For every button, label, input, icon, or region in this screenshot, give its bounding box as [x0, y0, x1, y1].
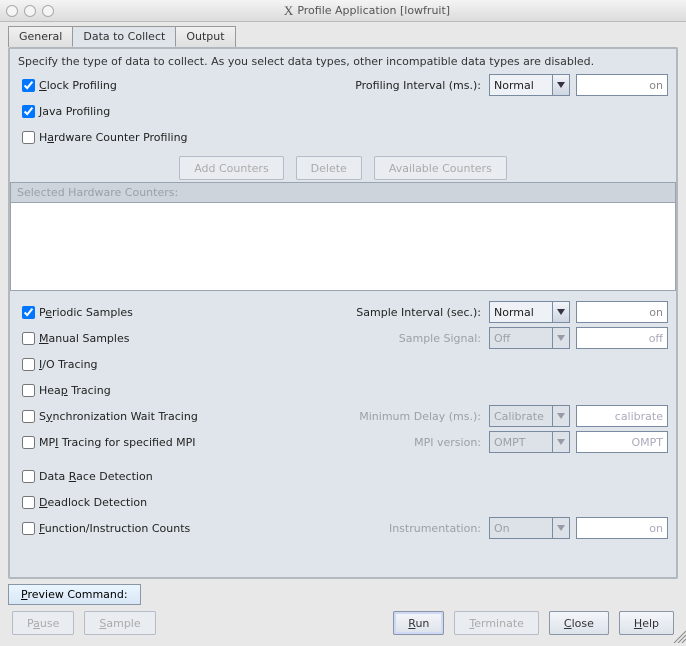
heap-tracing-checkbox[interactable] — [22, 384, 35, 397]
help-button[interactable]: Help — [619, 611, 674, 635]
chevron-down-icon — [552, 301, 570, 323]
chevron-down-icon — [552, 405, 570, 427]
min-delay-label: Minimum Delay (ms.): — [359, 410, 489, 423]
tab-general-label: General — [19, 30, 62, 43]
sample-interval-input[interactable] — [576, 301, 668, 323]
profiling-interval-input[interactable] — [576, 74, 668, 96]
add-counters-button[interactable]: Add Counters — [179, 156, 283, 180]
mpi-version-combo: OMPT — [489, 431, 570, 453]
selected-counters-title: Selected Hardware Counters: — [11, 183, 675, 202]
sample-interval-combo[interactable]: Normal — [489, 301, 570, 323]
manual-samples-checkbox[interactable] — [22, 332, 35, 345]
terminate-button: Terminate — [454, 611, 539, 635]
min-delay-input — [576, 405, 668, 427]
instrumentation-label: Instrumentation: — [389, 522, 489, 535]
periodic-samples-label: Periodic Samples — [39, 306, 133, 319]
sample-signal-input — [576, 327, 668, 349]
manual-samples-label: Manual Samples — [39, 332, 129, 345]
sync-wait-checkbox[interactable] — [22, 410, 35, 423]
mpi-tracing-label: MPI Tracing for specified MPI — [39, 436, 196, 449]
available-counters-button[interactable]: Available Counters — [374, 156, 507, 180]
selected-counters-box: Selected Hardware Counters: — [10, 182, 676, 291]
instrumentation-combo: On — [489, 517, 570, 539]
window-title-text: Profile Application [lowfruit] — [297, 4, 450, 17]
java-profiling-label: Java Profiling — [39, 105, 110, 118]
data-to-collect-panel: Specify the type of data to collect. As … — [8, 47, 678, 579]
func-count-checkbox[interactable] — [22, 522, 35, 535]
sample-signal-combo: Off — [489, 327, 570, 349]
window-title: X Profile Application [lowfruit] — [54, 3, 680, 19]
tab-bar: General Data to Collect Output — [8, 26, 678, 47]
window-controls — [6, 5, 54, 17]
tab-general[interactable]: General — [8, 26, 73, 47]
dialog-buttons: Pause Sample Run Terminate Close Help — [12, 611, 674, 635]
mpi-version-input — [576, 431, 668, 453]
tab-output-label: Output — [186, 30, 224, 43]
mpi-version-value: OMPT — [489, 431, 553, 453]
sample-signal-value: Off — [489, 327, 553, 349]
minimize-window-icon[interactable] — [24, 5, 36, 17]
sample-signal-label: Sample Signal: — [399, 332, 489, 345]
run-button[interactable]: Run — [393, 611, 444, 635]
x11-icon: X — [284, 3, 293, 19]
profiling-interval-label: Profiling Interval (ms.): — [355, 79, 489, 92]
periodic-samples-checkbox[interactable] — [22, 306, 35, 319]
hw-counter-checkbox[interactable] — [22, 131, 35, 144]
sync-wait-label: Synchronization Wait Tracing — [39, 410, 198, 423]
resize-grip-icon[interactable] — [670, 627, 686, 643]
sample-interval-label: Sample Interval (sec.): — [356, 306, 489, 319]
selected-counters-list[interactable] — [11, 202, 675, 290]
zoom-window-icon[interactable] — [42, 5, 54, 17]
chevron-down-icon — [552, 327, 570, 349]
java-profiling-checkbox[interactable] — [22, 105, 35, 118]
hw-counter-label: Hardware Counter Profiling — [39, 131, 188, 144]
deadlock-label: Deadlock Detection — [39, 496, 147, 509]
data-race-label: Data Race Detection — [39, 470, 153, 483]
pause-button: Pause — [12, 611, 74, 635]
data-race-checkbox[interactable] — [22, 470, 35, 483]
sample-button: Sample — [84, 611, 155, 635]
heap-tracing-label: Heap Tracing — [39, 384, 111, 397]
instrumentation-value: On — [489, 517, 553, 539]
titlebar: X Profile Application [lowfruit] — [0, 0, 686, 22]
chevron-down-icon — [552, 517, 570, 539]
instrumentation-input — [576, 517, 668, 539]
clock-profiling-checkbox[interactable] — [22, 79, 35, 92]
close-window-icon[interactable] — [6, 5, 18, 17]
close-button[interactable]: Close — [549, 611, 609, 635]
io-tracing-checkbox[interactable] — [22, 358, 35, 371]
min-delay-combo: Calibrate — [489, 405, 570, 427]
func-count-label: Function/Instruction Counts — [39, 522, 190, 535]
sample-interval-value: Normal — [489, 301, 553, 323]
delete-button[interactable]: Delete — [296, 156, 362, 180]
profiling-interval-combo[interactable]: Normal — [489, 74, 570, 96]
clock-profiling-label: Clock Profiling — [39, 79, 117, 92]
chevron-down-icon — [552, 74, 570, 96]
tab-data-to-collect[interactable]: Data to Collect — [72, 26, 176, 47]
tab-output[interactable]: Output — [175, 26, 235, 47]
io-tracing-label: I/O Tracing — [39, 358, 98, 371]
deadlock-checkbox[interactable] — [22, 496, 35, 509]
preview-command-button[interactable]: Preview Command: — [8, 584, 141, 605]
panel-description: Specify the type of data to collect. As … — [18, 55, 668, 68]
profiling-interval-value: Normal — [489, 74, 553, 96]
mpi-tracing-checkbox[interactable] — [22, 436, 35, 449]
chevron-down-icon — [552, 431, 570, 453]
mpi-version-label: MPI version: — [414, 436, 489, 449]
tab-data-label: Data to Collect — [83, 30, 165, 43]
min-delay-value: Calibrate — [489, 405, 553, 427]
